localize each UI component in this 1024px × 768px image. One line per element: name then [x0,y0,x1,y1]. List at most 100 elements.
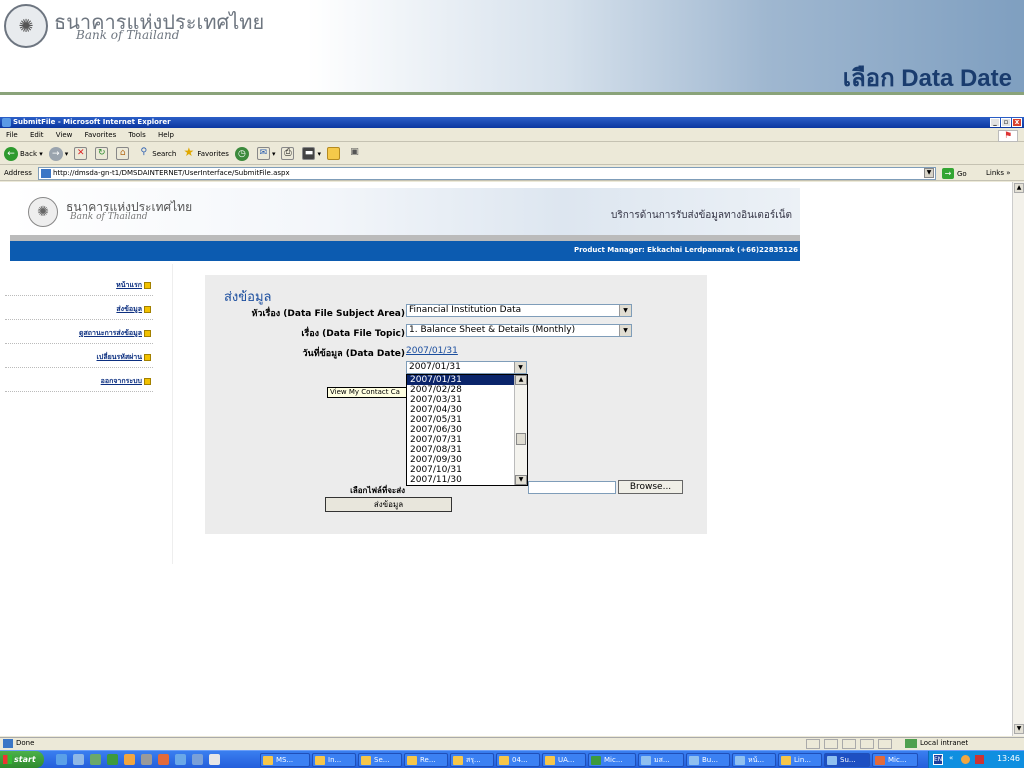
taskbar-button[interactable]: 04... [496,753,540,767]
scroll-down-icon[interactable]: ▼ [1014,724,1024,734]
links-button[interactable]: Links » [986,169,1011,177]
taskbar-button[interactable]: In... [312,753,356,767]
folder-button[interactable] [326,147,342,160]
date-link[interactable]: 2007/01/31 [406,346,458,356]
file-path-input[interactable] [528,481,616,494]
taskbar-button[interactable]: UA... [542,753,586,767]
chevron-down-icon: ▼ [619,305,631,316]
edit-button[interactable]: ▬ ▾ [302,147,321,160]
windows-logo-icon [3,755,12,764]
nav-submit-data[interactable]: ส่งข้อมูล [5,296,153,320]
menu-edit[interactable]: Edit [30,131,44,139]
scroll-up-icon[interactable]: ▲ [1014,183,1024,193]
date-option[interactable]: 2007/01/31 [407,375,527,385]
restore-button[interactable]: ▫ [1001,118,1011,127]
ie-quicklaunch-icon[interactable] [56,754,67,765]
nav-view-status[interactable]: ดูสถานะการส่งข้อมูล [5,320,153,344]
refresh-button[interactable]: ↻ [95,147,110,160]
date-option[interactable]: 2007/09/30 [407,455,527,465]
messenger-button[interactable]: ▣ [348,147,363,160]
clock[interactable]: 13:46 [997,754,1020,763]
menu-file[interactable]: File [6,131,18,139]
date-dropdown-list[interactable]: 2007/01/31 2007/02/28 2007/03/31 2007/04… [406,374,528,486]
app-quicklaunch-icon[interactable] [141,754,152,765]
taskbar-button[interactable]: Lin... [778,753,822,767]
date-list-scroll-thumb[interactable] [516,433,526,445]
scroll-up-icon[interactable]: ▲ [515,375,527,385]
menu-tools[interactable]: Tools [128,131,145,139]
date-list-scrollbar[interactable]: ▲ ▼ [514,375,527,485]
history-button[interactable]: ◷ [234,146,251,161]
date-option[interactable]: 2007/08/31 [407,445,527,455]
tray-security-icon[interactable] [975,755,984,764]
app-quicklaunch-icon[interactable] [175,754,186,765]
app-quicklaunch-icon[interactable] [124,754,135,765]
home-button[interactable]: ⌂ [116,147,131,160]
subject-select[interactable]: Financial Institution Data ▼ [406,304,632,317]
bank-of-thailand-logo-icon: ✺ [4,4,48,48]
taskbar-button[interactable]: Mic... [588,753,636,767]
date-option[interactable]: 2007/04/30 [407,405,527,415]
topic-label: เรื่อง (Data File Topic) [301,329,405,339]
taskbar-button[interactable]: Bu... [686,753,730,767]
app-quicklaunch-icon[interactable] [90,754,101,765]
taskbar-button-active[interactable]: Su... [824,753,870,767]
print-button[interactable]: ⎙ [281,147,296,160]
browse-button[interactable]: Browse... [618,480,683,494]
nav-home[interactable]: หน้าแรก [5,272,153,296]
tray-app-icon[interactable] [961,755,970,764]
word-quicklaunch-icon[interactable] [209,754,220,765]
date-select[interactable]: 2007/01/31 ▼ [406,361,527,374]
nav-change-password[interactable]: เปลี่ยนรหัสผ่าน [5,344,153,368]
address-bar: Address http://dmsda-gn-t1/DMSDAINTERNET… [0,166,1024,181]
app-quicklaunch-icon[interactable] [158,754,169,765]
taskbar-button-label: สรุ... [466,756,481,764]
date-option[interactable]: 2007/10/31 [407,465,527,475]
topic-select[interactable]: 1. Balance Sheet & Details (Monthly) ▼ [406,324,632,337]
form-heading: ส่งข้อมูล [224,290,272,305]
date-option[interactable]: 2007/07/31 [407,435,527,445]
outlook-quicklaunch-icon[interactable] [73,754,84,765]
system-tray: EN « 13:46 [928,751,1024,768]
address-input[interactable]: http://dmsda-gn-t1/DMSDAINTERNET/UserInt… [38,167,936,180]
search-button[interactable]: ⚲ Search [137,147,176,160]
taskbar-button[interactable]: Mic... [872,753,918,767]
tray-expand-icon[interactable]: « [949,754,953,762]
minimize-button[interactable]: _ [990,118,1000,127]
favorites-button[interactable]: ★ Favorites [182,146,229,160]
start-button[interactable]: start [0,751,44,768]
taskbar-button[interactable]: Se... [358,753,402,767]
page-scrollbar[interactable]: ▲ ▼ [1012,182,1024,736]
nav-logout[interactable]: ออกจากระบบ [5,368,153,392]
menu-view[interactable]: View [56,131,73,139]
taskbar-button[interactable]: สรุ... [450,753,494,767]
go-button[interactable]: → Go [942,168,967,179]
window-titlebar[interactable]: SubmitFile - Microsoft Internet Explorer… [0,117,1024,128]
bullet-icon [144,377,151,385]
taskbar-button[interactable]: มส... [638,753,684,767]
mail-button[interactable]: ✉ ▾ [256,147,275,160]
taskbar-button[interactable]: Re... [404,753,448,767]
app-quicklaunch-icon[interactable] [192,754,203,765]
date-option[interactable]: 2007/03/31 [407,395,527,405]
date-option[interactable]: 2007/02/28 [407,385,527,395]
submit-button[interactable]: ส่งข้อมูล [325,497,452,512]
date-option[interactable]: 2007/06/30 [407,425,527,435]
taskbar-button[interactable]: MS... [260,753,310,767]
back-button[interactable]: ← Back ▾ [4,146,43,161]
taskbar-button[interactable]: หน้... [732,753,776,767]
folder-icon [499,756,509,765]
stop-button[interactable]: ✕ [74,147,89,160]
menu-help[interactable]: Help [158,131,174,139]
menu-favorites[interactable]: Favorites [85,131,117,139]
address-dropdown-button[interactable]: ▼ [924,168,934,178]
excel-quicklaunch-icon[interactable] [107,754,118,765]
close-button[interactable]: x [1012,118,1022,127]
scroll-down-icon[interactable]: ▼ [515,475,527,485]
chevron-down-icon: ▼ [514,362,526,373]
date-option[interactable]: 2007/05/31 [407,415,527,425]
language-indicator[interactable]: EN [933,754,943,765]
contact-tooltip: View My Contact Ca [327,387,407,398]
date-option[interactable]: 2007/11/30 [407,475,527,485]
forward-button[interactable]: → ▾ [48,146,68,161]
